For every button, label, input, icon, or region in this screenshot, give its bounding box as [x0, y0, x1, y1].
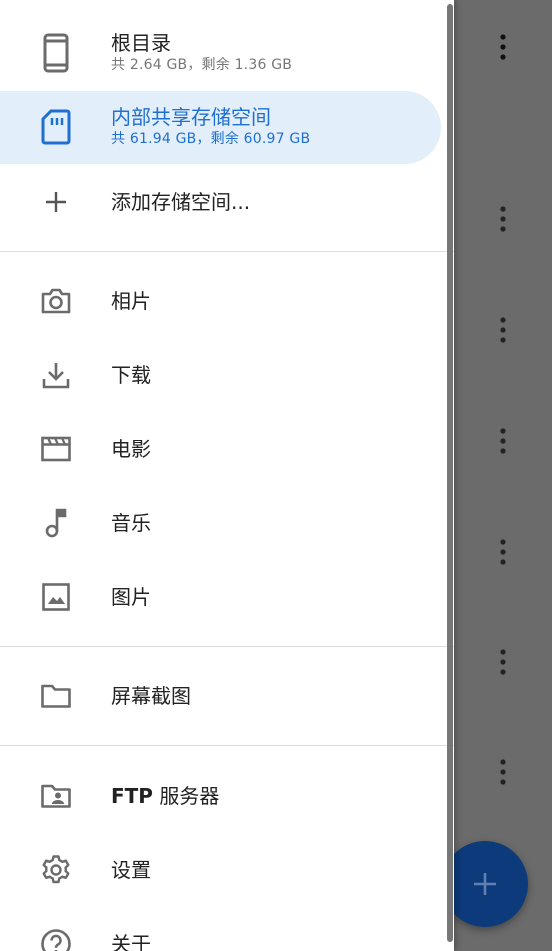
drawer-item-title: 添加存储空间...: [111, 190, 251, 214]
more-vert-icon[interactable]: [488, 537, 518, 567]
navigation-drawer: 根目录 共 2.64 GB，剩余 1.36 GB 内部共享存储空间 共 61.9…: [0, 0, 454, 951]
drawer-item-settings[interactable]: 设置: [0, 838, 446, 902]
drawer-item-movies[interactable]: 电影: [0, 417, 446, 481]
drawer-item-downloads[interactable]: 下载: [0, 343, 446, 407]
drawer-item-about[interactable]: 关于: [0, 912, 446, 951]
drawer-item-title: 根目录: [111, 31, 171, 55]
drawer-item-screenshots[interactable]: 屏幕截图: [0, 664, 446, 728]
more-vert-icon[interactable]: [488, 757, 518, 787]
more-vert-icon[interactable]: [488, 32, 518, 62]
download-icon: [36, 355, 76, 395]
drawer-scrollbar[interactable]: [447, 4, 453, 942]
help-icon: [36, 924, 76, 951]
storage-size-text: 共 2.64 GB，剩余 1.36 GB: [111, 57, 293, 73]
drawer-item-title: 图片: [111, 585, 151, 609]
more-vert-icon[interactable]: [488, 315, 518, 345]
drawer-item-title: 屏幕截图: [111, 684, 191, 708]
ftp-label-bold: FTP: [111, 784, 153, 808]
drawer-item-internal-storage[interactable]: 内部共享存储空间 共 61.94 GB，剩余 60.97 GB: [0, 91, 441, 164]
drawer-item-title: 电影: [111, 437, 151, 461]
movie-icon: [36, 429, 76, 469]
ftp-label-rest: 服务器: [152, 784, 220, 808]
drawer-item-title: 关于: [111, 932, 151, 951]
divider: [0, 251, 454, 252]
drawer-item-ftp-server[interactable]: FTP 服务器: [0, 764, 446, 828]
gear-icon: [36, 850, 76, 890]
camera-icon: [36, 281, 76, 321]
drawer-item-title: 相片: [111, 289, 151, 313]
divider: [0, 646, 454, 647]
add-fab-button[interactable]: [442, 841, 528, 927]
drawer-item-add-storage[interactable]: 添加存储空间...: [0, 170, 446, 234]
image-icon: [36, 577, 76, 617]
more-vert-icon[interactable]: [488, 647, 518, 677]
plus-icon: [36, 182, 76, 222]
music-note-icon: [36, 503, 76, 543]
drawer-item-title: 下载: [111, 363, 151, 387]
folder-icon: [36, 676, 76, 716]
ftp-folder-icon: [36, 776, 76, 816]
plus-icon: [474, 873, 496, 895]
divider: [0, 745, 454, 746]
more-vert-icon[interactable]: [488, 426, 518, 456]
drawer-item-title: FTP 服务器: [111, 783, 219, 809]
drawer-item-title: 设置: [111, 858, 151, 882]
drawer-item-root[interactable]: 根目录 共 2.64 GB，剩余 1.36 GB: [0, 18, 446, 88]
more-vert-icon[interactable]: [488, 204, 518, 234]
phone-icon: [36, 33, 76, 73]
sd-card-icon: [36, 107, 76, 147]
drawer-item-title: 内部共享存储空间: [111, 105, 271, 129]
storage-size-text: 共 61.94 GB，剩余 60.97 GB: [111, 131, 311, 147]
drawer-item-music[interactable]: 音乐: [0, 491, 446, 555]
drawer-item-photos[interactable]: 相片: [0, 269, 446, 333]
drawer-item-pictures[interactable]: 图片: [0, 565, 446, 629]
drawer-item-title: 音乐: [111, 511, 151, 535]
